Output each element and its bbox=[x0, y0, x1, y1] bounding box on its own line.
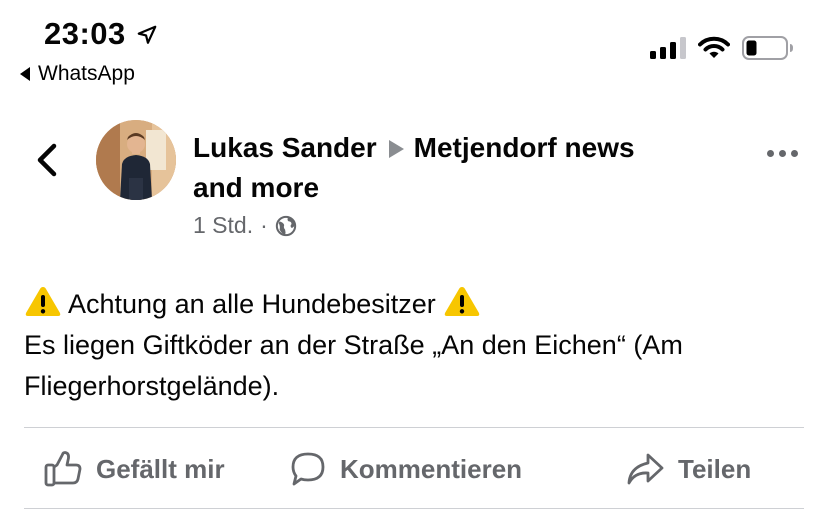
post-text-line3: Fliegerhorstgelände). bbox=[24, 371, 280, 401]
share-button[interactable]: Teilen bbox=[626, 451, 751, 487]
share-label: Teilen bbox=[678, 453, 752, 484]
divider-top bbox=[24, 427, 804, 428]
status-indicators bbox=[650, 36, 794, 60]
status-time: 23:03 bbox=[44, 16, 158, 52]
battery-icon bbox=[742, 36, 793, 60]
share-icon bbox=[627, 453, 664, 485]
post-text: Achtung an alle Hundebesitzer Es liegen … bbox=[24, 284, 814, 407]
more-icon-dot bbox=[791, 150, 798, 157]
like-icon bbox=[44, 451, 82, 487]
post-time[interactable]: 1 Std. bbox=[193, 212, 253, 239]
avatar-image bbox=[96, 120, 176, 200]
like-label: Gefällt mir bbox=[96, 453, 225, 484]
comment-icon bbox=[291, 452, 325, 486]
wifi-icon bbox=[698, 36, 730, 58]
comment-button[interactable]: Kommentieren bbox=[290, 451, 522, 487]
arrow-right-icon bbox=[388, 139, 404, 158]
warning-icon bbox=[445, 287, 480, 316]
post-text-line1: Achtung an alle Hundebesitzer bbox=[24, 284, 814, 325]
post-meta: 1 Std. · bbox=[193, 212, 297, 239]
meta-separator: · bbox=[260, 212, 268, 238]
author-line: Lukas Sander Metjendorf news bbox=[193, 128, 713, 168]
author-name[interactable]: Lukas Sander bbox=[193, 132, 377, 163]
more-options-button[interactable] bbox=[767, 150, 798, 157]
back-triangle-icon bbox=[20, 67, 30, 81]
post-author-block: Lukas Sander Metjendorf news and more bbox=[193, 128, 713, 208]
action-bar: Gefällt mir Kommentieren Teilen bbox=[24, 440, 804, 498]
chevron-left-icon[interactable] bbox=[30, 140, 64, 180]
back-app-label: WhatsApp bbox=[38, 62, 135, 85]
like-button[interactable]: Gefällt mir bbox=[44, 450, 225, 488]
group-name-line1[interactable]: Metjendorf news bbox=[414, 132, 635, 163]
back-to-whatsapp[interactable]: WhatsApp bbox=[20, 62, 135, 86]
comment-label: Kommentieren bbox=[340, 453, 523, 484]
warning-icon bbox=[25, 287, 61, 316]
post-text-line2: Es liegen Giftköder an der Straße „An de… bbox=[24, 330, 683, 360]
more-icon-dot bbox=[767, 150, 774, 157]
location-arrow-icon bbox=[137, 25, 157, 44]
avatar[interactable] bbox=[96, 120, 176, 200]
globe-icon bbox=[275, 215, 296, 236]
divider-bottom bbox=[24, 508, 804, 509]
signal-icon bbox=[650, 37, 686, 59]
post-headline: Achtung an alle Hundebesitzer bbox=[68, 289, 436, 319]
group-name-line2[interactable]: and more bbox=[193, 168, 713, 208]
clock: 23:03 bbox=[44, 16, 126, 51]
more-icon-dot bbox=[779, 150, 786, 157]
